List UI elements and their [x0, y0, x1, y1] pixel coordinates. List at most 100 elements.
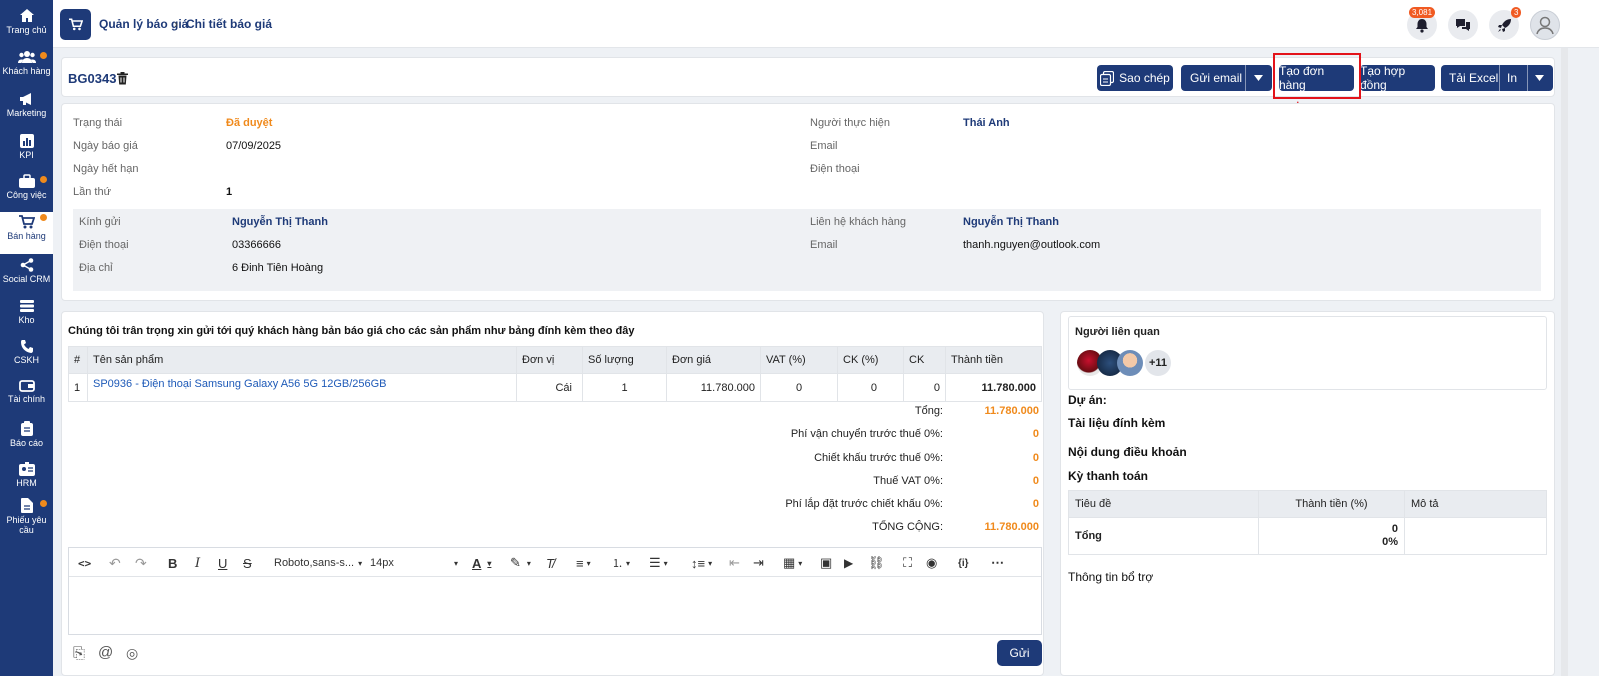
col-amount-pct: Thành tiền (%)	[1258, 490, 1405, 518]
total-value: 0	[1391, 523, 1398, 535]
more-icon[interactable]: ⋯	[991, 555, 1004, 571]
sidebar-item-label: Bán hàng	[7, 231, 46, 241]
recipient-phone-label: Điện thoại	[79, 239, 129, 251]
summary-label: Thuế VAT 0%:	[873, 475, 943, 487]
executor-value[interactable]: Thái Anh	[963, 117, 1010, 129]
user-avatar[interactable]	[1530, 10, 1560, 40]
payment-label: Kỳ thanh toán	[1068, 469, 1148, 483]
location-icon[interactable]: ◎	[126, 645, 138, 662]
address-label: Địa chỉ	[79, 262, 113, 274]
notification-dot	[40, 176, 47, 183]
share-icon	[20, 258, 33, 272]
sidebar-item-label: KPI	[19, 150, 34, 160]
recipient-label: Kính gửi	[79, 216, 121, 228]
font-family-select[interactable]: Roboto,sans-s... ▾	[274, 555, 362, 571]
editor-content[interactable]	[69, 577, 1041, 634]
divider	[1499, 65, 1500, 91]
ordered-list-icon[interactable]: ⒈ ▾	[612, 555, 630, 571]
chevron-down-icon: ▾	[526, 558, 531, 568]
download-excel-button[interactable]: Tải Excel In	[1441, 65, 1553, 91]
send-email-button[interactable]: Gửi email	[1181, 65, 1272, 91]
chat-button[interactable]	[1448, 10, 1478, 40]
chevron-down-icon: ▾	[586, 558, 591, 568]
text-color-icon[interactable]: A ▾	[472, 555, 491, 571]
bold-icon[interactable]: B	[168, 555, 177, 571]
table-icon[interactable]: ▦ ▾	[783, 555, 802, 571]
chevron-down-icon: ▾	[626, 558, 631, 568]
attachment-icon[interactable]: ⎘	[73, 645, 85, 662]
send-button[interactable]: Gửi	[997, 640, 1042, 666]
sidebar-item-kpi[interactable]: KPI	[0, 134, 53, 174]
sidebar-item-sales[interactable]: Bán hàng	[0, 212, 53, 254]
undo-icon[interactable]: ↶	[109, 555, 121, 571]
module-cart-button[interactable]	[60, 9, 91, 40]
chevron-down-icon[interactable]	[1254, 75, 1263, 81]
attachments-label: Tài liệu đính kèm	[1068, 416, 1166, 430]
cart-icon	[18, 215, 35, 229]
clear-format-icon[interactable]: T̸	[546, 555, 554, 571]
line-height-icon[interactable]: ↕≡ ▾	[691, 555, 712, 571]
payment-table: Tiêu đề Thành tiền (%) Mô tả Tổng 0 0%	[1068, 490, 1547, 555]
chevron-down-icon[interactable]	[1535, 75, 1544, 81]
notification-dot	[40, 52, 47, 59]
code-view-icon[interactable]: <>	[78, 555, 91, 571]
mention-icon[interactable]: @	[98, 644, 113, 661]
users-icon	[17, 51, 36, 63]
copy-button[interactable]: Sao chép	[1097, 65, 1173, 91]
image-icon[interactable]: ▣	[820, 555, 832, 571]
summary-value: 0	[1032, 475, 1039, 487]
sidebar-item-home[interactable]: Trang chủ	[0, 8, 53, 48]
underline-icon[interactable]: U	[218, 555, 227, 571]
variables-icon[interactable]: {i}	[958, 555, 969, 571]
link-icon[interactable]: ⛓	[868, 555, 885, 571]
indent-icon[interactable]: ⇥	[753, 555, 764, 571]
summary-value: 0	[1032, 452, 1039, 464]
sidebar-item-hrm[interactable]: HRM	[0, 462, 53, 502]
trash-icon[interactable]	[117, 72, 128, 85]
sidebar-item-tasks[interactable]: Công việc	[0, 174, 53, 214]
quick-launch-button[interactable]: 3	[1489, 7, 1522, 40]
redo-icon[interactable]: ↷	[135, 555, 147, 571]
col-unit: Đơn vị	[516, 346, 583, 374]
align-icon[interactable]: ≡ ▾	[576, 555, 591, 571]
summary-label: Phí lắp đặt trước chiết khấu 0%:	[785, 498, 943, 510]
sidebar-item-requests[interactable]: Phiếu yêu cầu	[0, 498, 53, 542]
col-quantity: Số lượng	[582, 346, 667, 374]
sidebar-item-customers[interactable]: Khách hàng	[0, 50, 53, 90]
sidebar-item-finance[interactable]: Tài chính	[0, 380, 53, 420]
col-vat: VAT (%)	[760, 346, 838, 374]
video-icon[interactable]: ▶	[844, 555, 853, 571]
cell-product[interactable]: SP0936 - Điện thoại Samsung Galaxy A56 5…	[87, 373, 517, 402]
document-icon	[20, 498, 33, 513]
notification-button[interactable]: 3,081	[1407, 7, 1437, 40]
more-avatars-button[interactable]: +11	[1145, 350, 1171, 376]
contact-value[interactable]: Nguyễn Thị Thanh	[963, 216, 1059, 228]
fullscreen-icon[interactable]: ⛶	[903, 555, 912, 571]
sidebar-item-social-crm[interactable]: Social CRM	[0, 258, 53, 298]
highlight-color-icon[interactable]: ✎ ▾	[510, 555, 531, 571]
recipient-value[interactable]: Nguyễn Thị Thanh	[232, 216, 328, 228]
outdent-icon[interactable]: ⇤	[729, 555, 740, 571]
summary-value: 0	[1032, 428, 1039, 440]
cell-quantity: 1	[582, 373, 667, 402]
status-value: Đã duyệt	[226, 117, 273, 129]
strikethrough-icon[interactable]: S	[243, 555, 252, 571]
summary-value: 0	[1032, 498, 1039, 510]
font-size-select[interactable]: 14px ▾	[370, 555, 458, 571]
create-contract-button[interactable]: Tạo hợp đồng	[1360, 64, 1435, 92]
contact-email-value: thanh.nguyen@outlook.com	[963, 239, 1101, 251]
avatar[interactable]	[1117, 350, 1143, 376]
print-label[interactable]: In	[1507, 71, 1517, 85]
summary-row: Thuế VAT 0%: 0	[643, 475, 1039, 495]
sidebar-item-customer-care[interactable]: CSKH	[0, 339, 53, 379]
sidebar-item-reports[interactable]: Báo cáo	[0, 421, 53, 461]
sidebar-item-marketing[interactable]: Marketing	[0, 92, 53, 132]
preview-icon[interactable]: ◉	[926, 555, 937, 571]
scrollbar[interactable]	[1561, 48, 1568, 676]
bullet-list-icon[interactable]: ☰ ▾	[649, 555, 668, 571]
sidebar-item-warehouse[interactable]: Kho	[0, 299, 53, 339]
notification-dot	[40, 214, 47, 221]
italic-icon[interactable]: I	[195, 555, 200, 571]
cell-price: 11.780.000	[666, 373, 761, 402]
rocket-icon	[1497, 18, 1511, 32]
